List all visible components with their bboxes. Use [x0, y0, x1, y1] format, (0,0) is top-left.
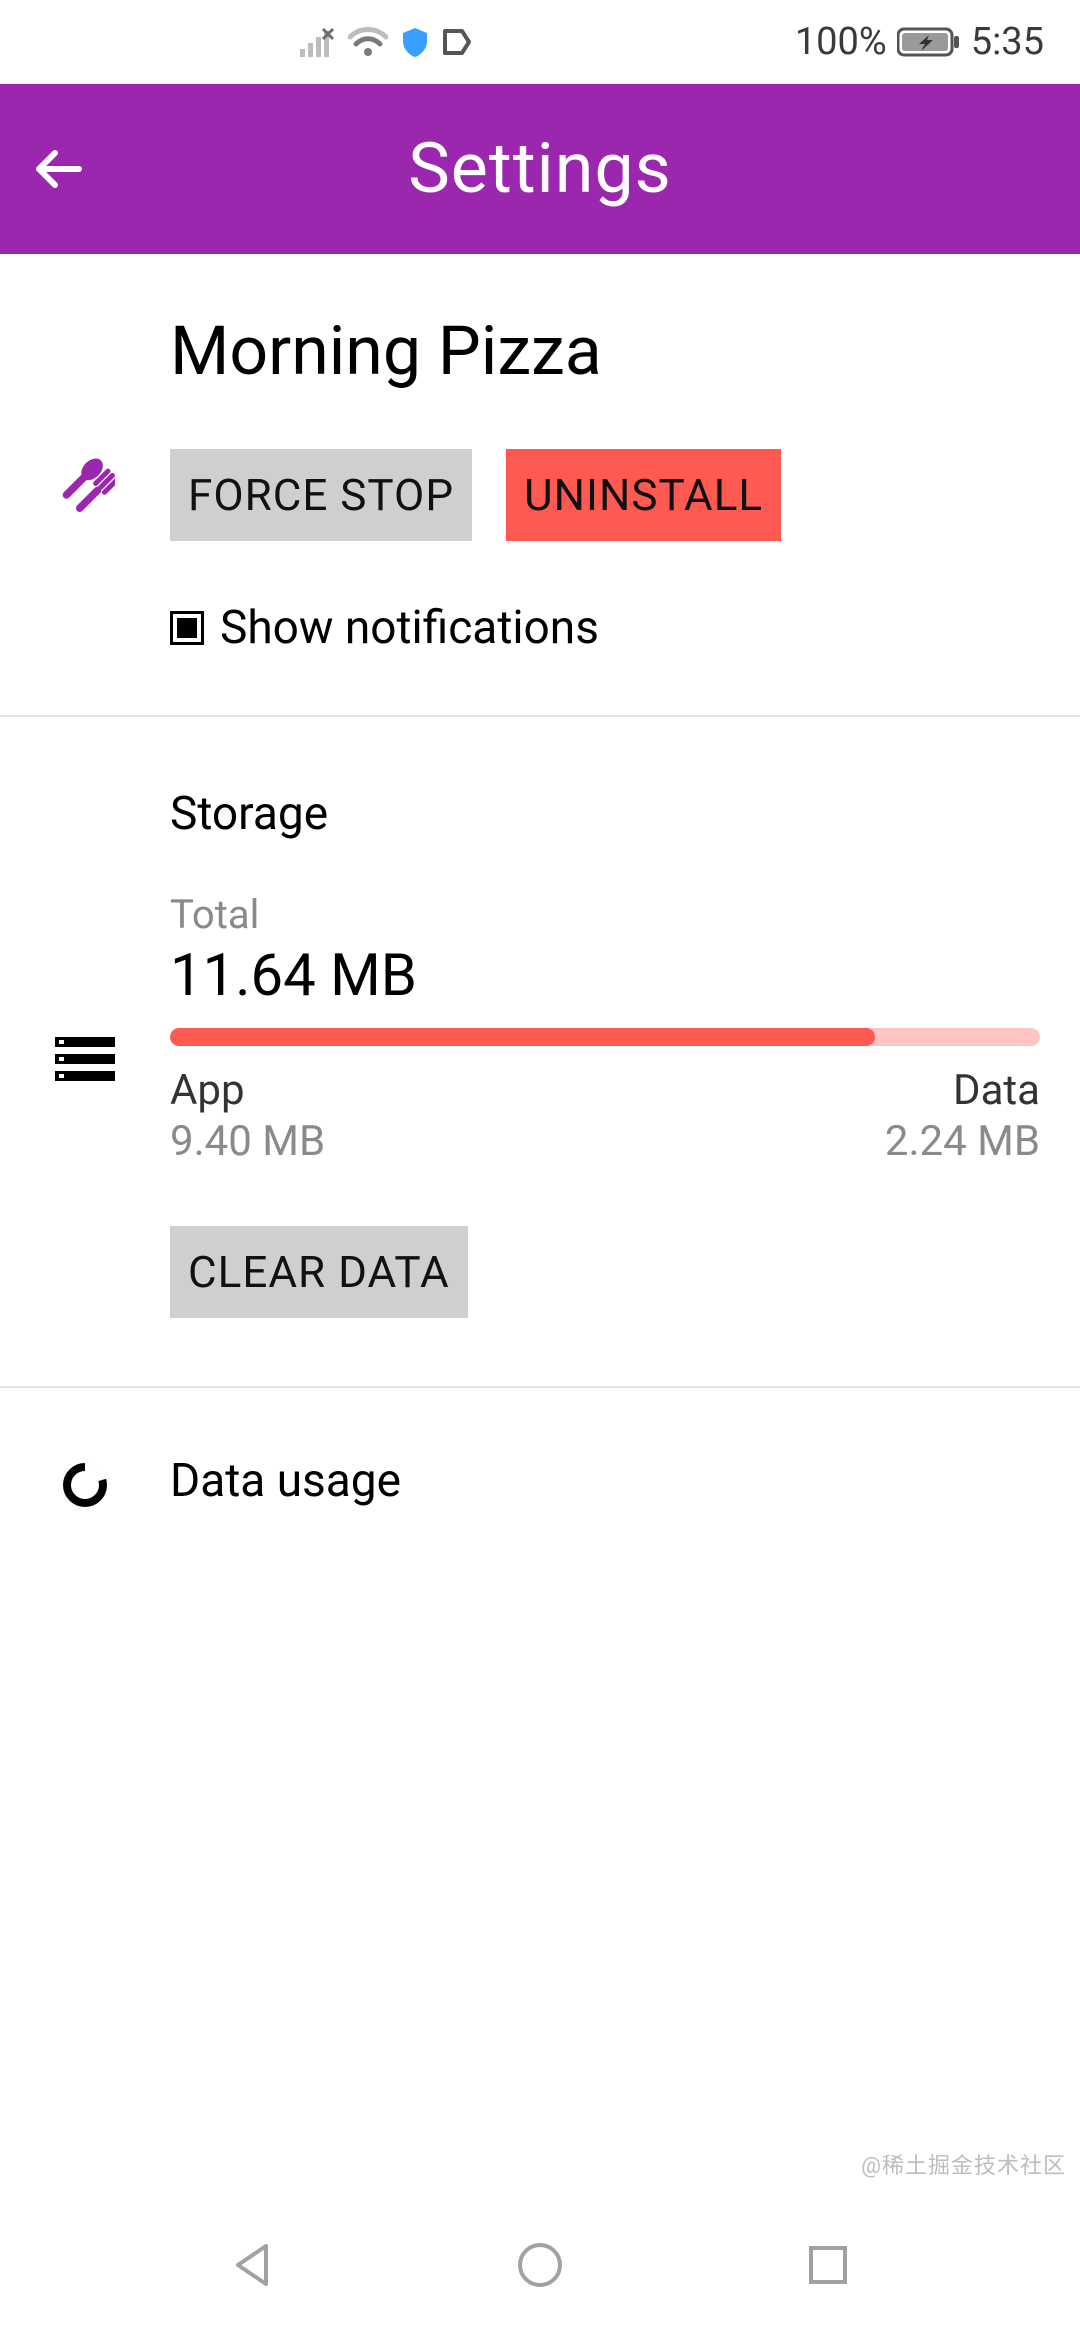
app-bar: Settings [0, 84, 1080, 254]
page-title: Settings [120, 128, 1080, 210]
status-bar: 100% 5:35 [0, 0, 1080, 84]
battery-icon [897, 26, 961, 58]
battery-percent: 100% [795, 20, 887, 64]
data-size-label: Data [885, 1066, 1040, 1115]
data-usage-title: Data usage [170, 1454, 1040, 1508]
restaurant-icon [55, 320, 115, 655]
storage-bar-fill [170, 1028, 875, 1046]
data-size-value: 2.24 MB [885, 1117, 1040, 1166]
storage-title: Storage [170, 787, 1040, 841]
storage-bar [170, 1028, 1040, 1046]
triangle-back-icon [226, 2238, 280, 2292]
no-signal-icon [300, 27, 334, 57]
status-left [300, 27, 472, 57]
back-button[interactable] [0, 84, 120, 254]
app-size-value: 9.40 MB [170, 1117, 325, 1166]
total-label: Total [170, 891, 1040, 938]
app-section: Morning Pizza FORCE STOP UNINSTALL Show … [0, 254, 1080, 655]
nav-home-button[interactable] [505, 2230, 575, 2300]
watermark: @稀土掘金技术社区 [861, 2148, 1066, 2180]
show-notifications-toggle[interactable]: Show notifications [170, 601, 1040, 655]
clock: 5:35 [971, 20, 1044, 64]
nav-recents-button[interactable] [793, 2230, 863, 2300]
arrow-left-icon [31, 140, 89, 198]
content: Morning Pizza FORCE STOP UNINSTALL Show … [0, 254, 1080, 1510]
app-actions: FORCE STOP UNINSTALL [170, 449, 1040, 541]
data-usage-section[interactable]: Data usage [0, 1388, 1080, 1510]
data-usage-icon [60, 1460, 110, 1510]
clear-data-button[interactable]: CLEAR DATA [170, 1226, 468, 1318]
uninstall-button[interactable]: UNINSTALL [506, 449, 781, 541]
storage-app-col: App 9.40 MB [170, 1066, 325, 1166]
total-value: 11.64 MB [170, 942, 1040, 1010]
wifi-icon [348, 27, 388, 57]
storage-breakdown: App 9.40 MB Data 2.24 MB [170, 1066, 1040, 1166]
app-size-label: App [170, 1066, 325, 1115]
tag-icon [442, 28, 472, 56]
square-recents-icon [801, 2238, 855, 2292]
status-right: 100% 5:35 [795, 20, 1044, 64]
storage-icon [55, 793, 115, 1326]
system-nav-bar [0, 2190, 1080, 2340]
nav-back-button[interactable] [218, 2230, 288, 2300]
checkbox-icon [170, 611, 204, 645]
storage-data-col: Data 2.24 MB [885, 1066, 1040, 1166]
circle-home-icon [513, 2238, 567, 2292]
shield-icon [402, 27, 428, 57]
storage-section: Storage Total 11.64 MB App 9.40 MB Data … [0, 717, 1080, 1326]
app-name: Morning Pizza [170, 314, 1040, 389]
show-notifications-label: Show notifications [220, 601, 599, 655]
force-stop-button[interactable]: FORCE STOP [170, 449, 472, 541]
